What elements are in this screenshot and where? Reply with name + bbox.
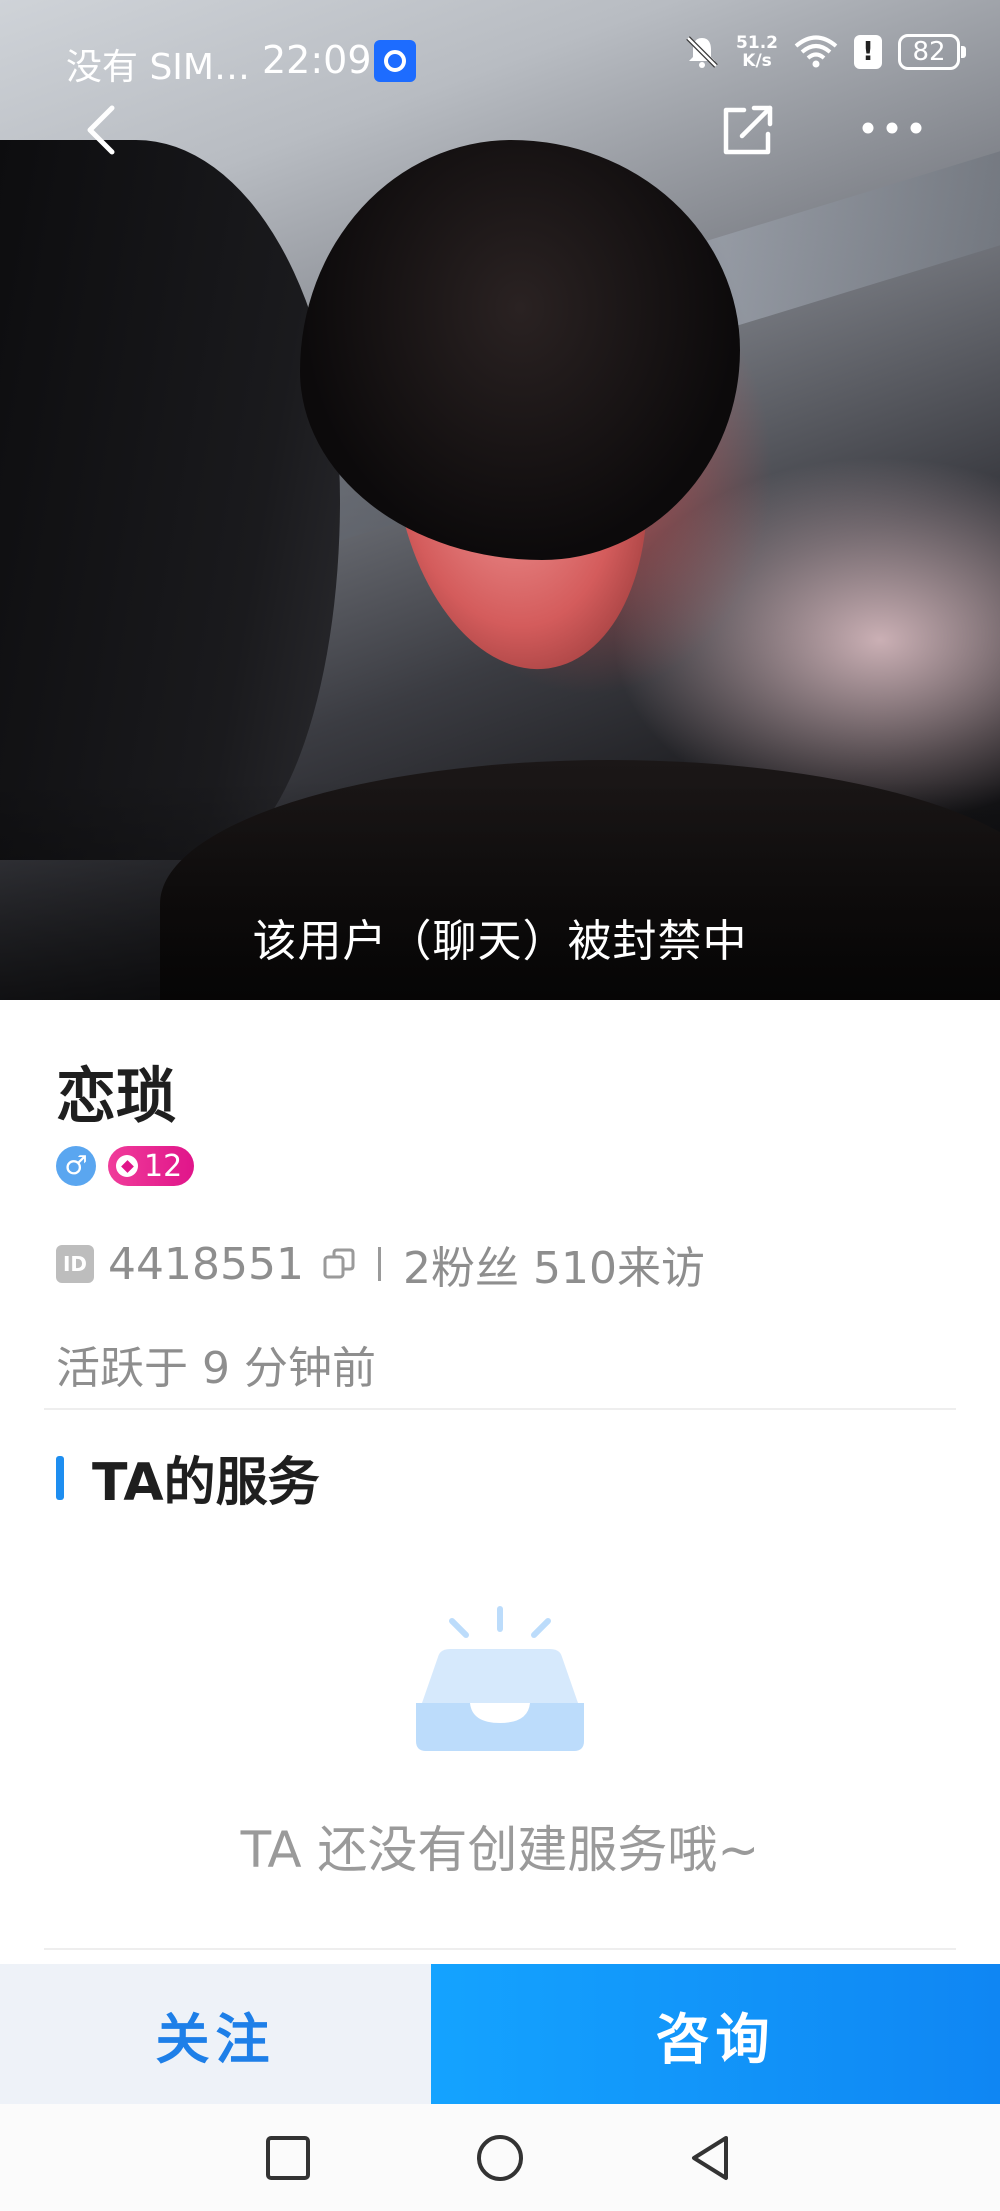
copy-id-icon[interactable] [322, 1247, 356, 1281]
level-value: 12 [144, 1148, 183, 1184]
empty-inbox-icon [416, 1606, 584, 1751]
stats-divider [377, 1247, 381, 1281]
home-button[interactable] [474, 2132, 526, 2184]
active-status: 活跃于 9 分钟前 [56, 1343, 376, 1394]
battery-indicator: 82 [898, 34, 966, 70]
back-button[interactable] [78, 100, 124, 160]
clock: 22:09 [262, 38, 372, 82]
system-navigation-bar [0, 2104, 1000, 2211]
section-accent-bar [56, 1455, 64, 1500]
more-options-button[interactable] [858, 106, 926, 150]
profile-cover-photo: 该用户（聊天）被封禁中 [0, 0, 1000, 1000]
banned-notice: 该用户（聊天）被封禁中 [252, 916, 748, 967]
services-title: TA的服务 [92, 1453, 320, 1513]
wifi-icon [794, 35, 838, 68]
carrier-text: 没有 SIM… [66, 47, 250, 88]
profile-name: 恋琐 [56, 1062, 176, 1132]
share-button[interactable] [718, 100, 778, 160]
cover-photo-hair [300, 140, 740, 560]
follow-button[interactable]: 关注 [0, 1964, 431, 2104]
section-divider [44, 1408, 956, 1410]
system-back-button[interactable] [684, 2132, 736, 2184]
alert-icon: ! [854, 35, 882, 69]
level-badge: 12 [108, 1146, 195, 1186]
consult-button[interactable]: 咨询 [431, 1964, 1000, 2104]
app-notification-icon [374, 40, 416, 82]
gender-badge: ♂ [56, 1146, 96, 1186]
empty-services-text: TA 还没有创建服务哦~ [240, 1821, 760, 1879]
network-speed-unit: K/s [742, 51, 772, 71]
cover-photo-arm [0, 140, 340, 860]
mute-bell-icon [686, 36, 718, 68]
recent-apps-button[interactable] [262, 2132, 314, 2184]
status-bar: 没有 SIM… 22:09 51.2 K/s ! 82 [0, 30, 1000, 90]
level-diamond-icon [116, 1155, 138, 1177]
fans-count[interactable]: 2粉丝 [403, 1232, 519, 1296]
user-id: 4418551 [108, 1238, 304, 1290]
visits-count[interactable]: 510来访 [533, 1232, 705, 1296]
services-section-title: TA的服务 [56, 1440, 320, 1515]
id-icon: ID [56, 1245, 94, 1283]
profile-stats: ID 4418551 2粉丝 510来访 [56, 1232, 705, 1296]
profile-badges: ♂ 12 [56, 1146, 195, 1186]
network-speed-value: 51.2 [736, 33, 778, 53]
bottom-divider [44, 1948, 956, 1950]
network-speed: 51.2 K/s [736, 34, 778, 70]
